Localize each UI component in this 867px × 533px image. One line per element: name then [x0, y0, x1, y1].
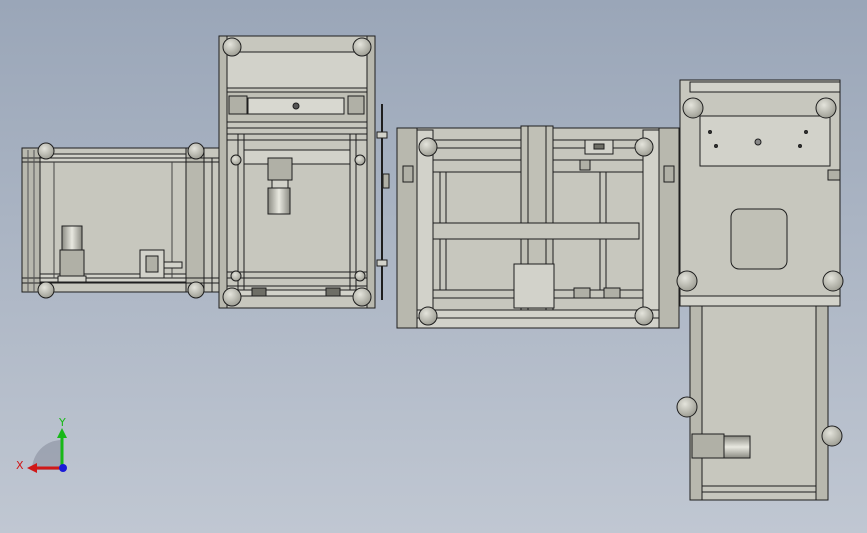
z-axis-dot-icon [59, 464, 67, 472]
caster-wheel-icon [634, 306, 654, 326]
transfer-frame-module [396, 125, 680, 329]
caster-wheel-icon [187, 281, 205, 299]
caster-wheel-icon [352, 287, 372, 307]
caster-wheel-icon [37, 281, 55, 299]
left-conveyor-motor [57, 225, 87, 283]
gantry-motor [267, 157, 293, 215]
cad-viewport[interactable]: Y X [0, 0, 867, 533]
caster-wheel-icon [222, 287, 242, 307]
caster-wheel-icon [187, 142, 205, 160]
cabinet-conveyor-motor [691, 433, 751, 459]
gantry-frame-module [218, 35, 390, 309]
cabinet-conveyor-module [676, 79, 844, 501]
caster-wheel-icon [822, 270, 844, 292]
caster-wheel-icon [821, 425, 843, 447]
cad-model-drawing[interactable]: Y X [0, 0, 867, 533]
caster-wheel-icon [676, 396, 698, 418]
caster-wheel-icon [634, 137, 654, 157]
x-axis-arrowhead-icon [27, 463, 37, 473]
caster-wheel-icon [418, 306, 438, 326]
caster-wheel-icon [222, 37, 242, 57]
caster-wheel-icon [37, 142, 55, 160]
caster-wheel-icon [352, 37, 372, 57]
left-conveyor-module [21, 142, 221, 299]
caster-wheel-icon [682, 97, 704, 119]
caster-wheel-icon [676, 270, 698, 292]
y-axis-label: Y [58, 416, 66, 429]
x-axis-label: X [16, 459, 24, 472]
caster-wheel-icon [815, 97, 837, 119]
axis-triad: Y X [16, 416, 67, 473]
y-axis-arrowhead-icon [57, 428, 67, 438]
caster-wheel-icon [418, 137, 438, 157]
